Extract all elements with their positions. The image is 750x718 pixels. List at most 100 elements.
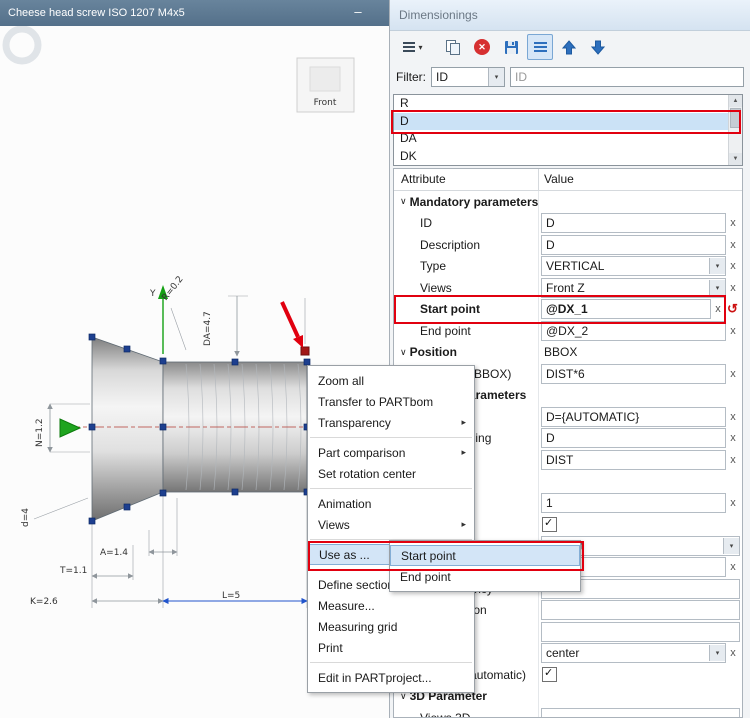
- value-field[interactable]: D={AUTOMATIC}: [541, 406, 726, 427]
- value-field[interactable]: 1: [541, 492, 726, 513]
- value-field[interactable]: DIST*6: [541, 363, 726, 384]
- menu-item[interactable]: End point: [390, 566, 580, 587]
- clear-button[interactable]: x: [726, 217, 740, 229]
- menu-item[interactable]: Measure...: [308, 595, 474, 616]
- id-list-item[interactable]: DK: [394, 148, 729, 166]
- handle[interactable]: [159, 423, 167, 431]
- clear-button[interactable]: x: [726, 282, 740, 294]
- revert-icon[interactable]: ↺: [725, 301, 740, 317]
- checkbox[interactable]: [542, 516, 557, 532]
- menu-item[interactable]: Print: [308, 637, 474, 658]
- attr-row[interactable]: ∨ Mandatory parameters: [394, 191, 742, 213]
- dimension-label[interactable]: DA=4.7: [203, 311, 213, 346]
- clear-button[interactable]: x: [726, 497, 740, 509]
- dimension-label[interactable]: T=1.1: [59, 566, 87, 576]
- dimension-label[interactable]: N=1.2: [35, 418, 45, 447]
- attr-row[interactable]: ID Dx: [394, 212, 742, 234]
- view-direction-icon[interactable]: [59, 418, 82, 438]
- minimize-button[interactable]: –: [349, 5, 367, 21]
- menu-item[interactable]: Set rotation center: [308, 463, 474, 484]
- value-field[interactable]: @DX_2: [541, 320, 726, 341]
- attr-row[interactable]: Start point @DX_1 x ↺: [394, 298, 742, 320]
- value-field[interactable]: [541, 600, 740, 621]
- clear-button[interactable]: x: [726, 239, 740, 251]
- clear-button[interactable]: x: [711, 303, 725, 315]
- chevron-down-icon[interactable]: ▾: [488, 68, 504, 86]
- dimension-label[interactable]: d=4: [21, 508, 31, 527]
- collapse-icon[interactable]: ∨: [400, 347, 407, 358]
- handle[interactable]: [88, 423, 96, 431]
- filter-combobox[interactable]: ID ▾: [431, 67, 505, 87]
- menu-item[interactable]: Edit in PARTproject...: [308, 667, 474, 688]
- dimension-id-list[interactable]: R D DA DK ▲ ▼: [393, 94, 743, 166]
- move-up-button[interactable]: [556, 34, 582, 60]
- checkbox[interactable]: [542, 666, 557, 683]
- dropdown-icon[interactable]: ▾: [709, 645, 725, 662]
- dimension-label[interactable]: K=2.6: [30, 597, 58, 607]
- scrollbar-thumb[interactable]: [730, 108, 741, 128]
- value-field[interactable]: DIST: [541, 449, 726, 470]
- dropdown-icon[interactable]: ▾: [723, 537, 739, 554]
- scroll-up-icon[interactable]: ▲: [729, 95, 742, 107]
- clear-button[interactable]: x: [726, 454, 740, 466]
- id-list-item[interactable]: R: [394, 95, 729, 113]
- handle[interactable]: [123, 345, 131, 353]
- dropdown-icon[interactable]: ▾: [709, 258, 725, 275]
- collapse-icon[interactable]: ∨: [400, 196, 407, 207]
- selected-start-point-handle[interactable]: [300, 346, 310, 356]
- value-field[interactable]: D: [541, 428, 726, 449]
- clear-button[interactable]: x: [726, 411, 740, 423]
- list-scrollbar[interactable]: ▲ ▼: [728, 95, 742, 165]
- attr-row[interactable]: ∨ Position BBOX: [394, 341, 742, 363]
- clear-button[interactable]: x: [726, 368, 740, 380]
- handle[interactable]: [159, 357, 167, 365]
- id-list-item[interactable]: DA: [394, 130, 729, 148]
- scroll-down-icon[interactable]: ▼: [729, 153, 742, 165]
- list-view-button[interactable]: [527, 34, 553, 60]
- clear-button[interactable]: x: [726, 432, 740, 444]
- attr-row[interactable]: Views 3D: [394, 707, 742, 717]
- value-field[interactable]: @DX_1: [541, 299, 711, 320]
- clear-button[interactable]: x: [726, 260, 740, 272]
- value-field[interactable]: D: [541, 234, 726, 255]
- menu-item[interactable]: Transparency ▸: [308, 412, 474, 433]
- screw-head[interactable]: [91, 336, 164, 522]
- handle[interactable]: [159, 489, 167, 497]
- dropdown-icon[interactable]: ▾: [709, 279, 725, 296]
- copy-button[interactable]: [440, 34, 466, 60]
- menu-item[interactable]: Views ▸: [308, 514, 474, 535]
- move-down-button[interactable]: [585, 34, 611, 60]
- value-field[interactable]: VERTICAL ▾: [541, 256, 726, 277]
- clear-button[interactable]: x: [726, 647, 740, 659]
- ghost-front-view-button[interactable]: Front: [296, 57, 355, 113]
- save-button[interactable]: [498, 34, 524, 60]
- filter-input[interactable]: [510, 67, 744, 87]
- handle[interactable]: [88, 333, 96, 341]
- dimension-label[interactable]: L=5: [222, 591, 240, 601]
- menu-item[interactable]: Animation: [308, 493, 474, 514]
- dimension-label[interactable]: A=1.4: [100, 548, 128, 558]
- attr-row[interactable]: End point @DX_2 x: [394, 320, 742, 342]
- clear-button[interactable]: x: [726, 325, 740, 337]
- clear-button[interactable]: x: [726, 561, 740, 573]
- value-field[interactable]: [541, 707, 740, 717]
- handle[interactable]: [231, 358, 239, 366]
- value-field[interactable]: [541, 621, 740, 642]
- handle[interactable]: [123, 503, 131, 511]
- attr-row[interactable]: Type VERTICAL ▾ x: [394, 255, 742, 277]
- value-field[interactable]: Front Z ▾: [541, 277, 726, 298]
- value-field[interactable]: center ▾: [541, 643, 726, 664]
- id-list-item[interactable]: D: [394, 112, 729, 130]
- attr-row[interactable]: Views Front Z ▾ x: [394, 277, 742, 299]
- screw-model[interactable]: [91, 336, 311, 522]
- handle[interactable]: [231, 488, 239, 496]
- value-field[interactable]: D: [541, 213, 726, 234]
- attr-row[interactable]: Description Dx: [394, 234, 742, 256]
- menu-item[interactable]: Part comparison ▸: [308, 442, 474, 463]
- menu-item[interactable]: Measuring grid: [308, 616, 474, 637]
- menu-item[interactable]: Start point: [390, 545, 580, 566]
- menu-item[interactable]: Transfer to PARTbom: [308, 391, 474, 412]
- handle[interactable]: [88, 517, 96, 525]
- delete-button[interactable]: ✕: [469, 34, 495, 60]
- view-options-button[interactable]: ▾: [395, 34, 431, 60]
